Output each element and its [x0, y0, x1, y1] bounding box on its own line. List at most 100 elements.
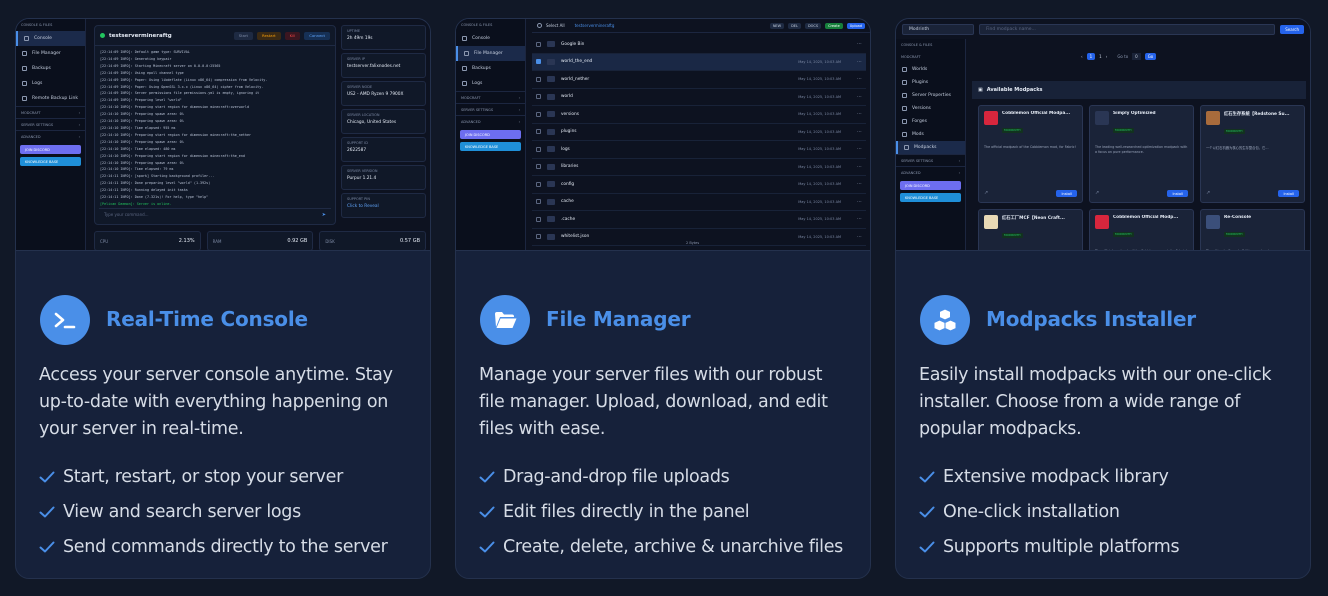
knowledge-base-button[interactable]: KNOWLEDGE BASE [900, 193, 961, 202]
connect-button[interactable]: Connect [304, 31, 330, 40]
sidebar-section-advanced[interactable]: ADVANCED › [456, 115, 525, 127]
install-button[interactable]: Install [1167, 190, 1188, 197]
file-name[interactable]: config [561, 182, 681, 187]
delete-button[interactable]: DEL [788, 22, 801, 29]
select-all-checkbox[interactable] [537, 23, 542, 28]
file-row[interactable]: plugins May 14, 2025, 10:03 AM ⋯ [532, 124, 866, 141]
knowledge-base-button[interactable]: KNOWLEDGE BASE [20, 157, 81, 166]
sidebar-section-modcraft[interactable]: MODCRAFT › [16, 106, 85, 118]
info-value[interactable]: Click to Reveal [347, 204, 420, 209]
file-row[interactable]: world_nether May 14, 2025, 10:03 AM ⋯ [532, 71, 866, 89]
external-link-icon[interactable]: ↗ [984, 190, 988, 196]
file-row[interactable]: Google Bin ⋯ [532, 36, 866, 54]
file-name[interactable]: libraries [561, 164, 681, 169]
search-button[interactable]: Search [1280, 24, 1304, 34]
page-current[interactable]: 1 [1086, 53, 1096, 60]
sidebar-item-remote-backup[interactable]: Remote Backup Link [16, 91, 85, 106]
sidebar-item-logs[interactable]: Logs [456, 76, 525, 91]
install-button[interactable]: Install [1056, 190, 1077, 197]
sidebar-item-backups[interactable]: Backups [16, 61, 85, 76]
install-button[interactable]: Install [1278, 190, 1299, 197]
more-options-icon[interactable]: ⋯ [857, 164, 862, 170]
row-checkbox[interactable] [536, 41, 541, 47]
more-options-icon[interactable]: ⋯ [857, 59, 862, 65]
row-checkbox[interactable] [536, 94, 541, 100]
sidebar-section-advanced[interactable]: ADVANCED › [896, 166, 965, 178]
sidebar-item-console[interactable]: Console [16, 31, 85, 46]
sidebar-item-modpacks[interactable]: Modpacks [896, 141, 965, 154]
file-name[interactable]: world [561, 94, 681, 99]
join-discord-button[interactable]: JOIN DISCORD [460, 130, 521, 139]
sidebar-item-backups[interactable]: Backups [456, 61, 525, 76]
file-name[interactable]: plugins [561, 129, 681, 134]
file-row[interactable]: logs May 14, 2025, 10:03 AM ⋯ [532, 141, 866, 159]
file-name[interactable]: whitelist.json [561, 234, 681, 239]
sidebar-item-versions[interactable]: Versions [896, 102, 965, 115]
loader-select[interactable]: Modrinth [902, 23, 974, 35]
file-name[interactable]: cache [561, 199, 681, 204]
send-icon[interactable]: ➤ [322, 212, 326, 218]
modpack-search-input[interactable]: Find modpack name... [979, 23, 1276, 35]
more-options-icon[interactable]: ⋯ [857, 76, 862, 82]
more-options-icon[interactable]: ⋯ [857, 111, 862, 117]
sidebar-item-mods[interactable]: Mods [896, 128, 965, 141]
chevron-right-icon[interactable]: › [1106, 54, 1108, 59]
sidebar-item-plugins[interactable]: Plugins [896, 76, 965, 89]
sidebar-section-modcraft[interactable]: MODCRAFT › [456, 91, 525, 103]
restart-button[interactable]: Restart [256, 31, 281, 40]
row-checkbox[interactable] [536, 199, 541, 205]
upload-button[interactable]: Upload [846, 22, 865, 29]
sidebar-section-server-settings[interactable]: SERVER SETTINGS › [16, 118, 85, 130]
sidebar-item-logs[interactable]: Logs [16, 76, 85, 91]
row-checkbox[interactable] [536, 76, 541, 82]
row-checkbox[interactable] [536, 146, 541, 152]
join-discord-button[interactable]: JOIN DISCORD [20, 145, 81, 154]
sidebar-item-worlds[interactable]: Worlds [896, 63, 965, 76]
external-link-icon[interactable]: ↗ [1095, 190, 1099, 196]
more-options-icon[interactable]: ⋯ [857, 94, 862, 100]
sidebar-item-server-properties[interactable]: Server Properties [896, 89, 965, 102]
file-row[interactable]: versions May 14, 2025, 10:03 AM ⋯ [532, 106, 866, 124]
more-options-icon[interactable]: ⋯ [857, 129, 862, 135]
sidebar-item-file-manager[interactable]: File Manager [456, 46, 525, 61]
join-discord-button[interactable]: JOIN DISCORD [900, 181, 961, 190]
file-name[interactable]: Google Bin [561, 42, 681, 47]
row-checkbox[interactable] [536, 111, 541, 117]
file-row[interactable]: cache May 14, 2025, 10:03 AM ⋯ [532, 194, 866, 211]
knowledge-base-button[interactable]: KNOWLEDGE BASE [460, 142, 521, 151]
chevron-left-icon[interactable]: ‹ [1081, 54, 1083, 59]
row-checkbox[interactable] [536, 216, 541, 222]
sidebar-section-advanced[interactable]: ADVANCED › [16, 130, 85, 142]
external-link-icon[interactable]: ↗ [1206, 190, 1210, 196]
row-checkbox[interactable] [536, 181, 541, 187]
file-name[interactable]: logs [561, 147, 681, 152]
start-button[interactable]: Start [233, 31, 253, 40]
create-button[interactable]: Create [825, 22, 843, 29]
sidebar-item-file-manager[interactable]: File Manager [16, 46, 85, 61]
kill-button[interactable]: Kill [284, 31, 301, 40]
docs-button[interactable]: DOCS [804, 22, 822, 29]
new-file-button[interactable]: NEW [769, 22, 785, 29]
page-number[interactable]: 1 [1099, 54, 1102, 59]
more-options-icon[interactable]: ⋯ [857, 146, 862, 152]
more-options-icon[interactable]: ⋯ [857, 41, 862, 47]
goto-button[interactable]: Go [1144, 53, 1157, 60]
file-row[interactable]: .cache May 14, 2025, 10:03 AM ⋯ [532, 211, 866, 229]
row-checkbox[interactable] [536, 59, 541, 65]
breadcrumb[interactable]: testservermineraftg [575, 23, 615, 28]
row-checkbox[interactable] [536, 164, 541, 170]
row-checkbox[interactable] [536, 234, 541, 240]
more-options-icon[interactable]: ⋯ [857, 181, 862, 187]
sidebar-section-server-settings[interactable]: SERVER SETTINGS › [456, 103, 525, 115]
more-options-icon[interactable]: ⋯ [857, 199, 862, 205]
more-options-icon[interactable]: ⋯ [857, 234, 862, 240]
file-row[interactable]: libraries May 14, 2025, 10:03 AM ⋯ [532, 159, 866, 176]
sidebar-item-console[interactable]: Console [456, 31, 525, 46]
file-name[interactable]: versions [561, 112, 681, 117]
file-name[interactable]: world_the_end [561, 59, 681, 64]
row-checkbox[interactable] [536, 129, 541, 135]
sidebar-section-server-settings[interactable]: SERVER SETTINGS › [896, 154, 965, 166]
file-row[interactable]: config May 14, 2025, 10:03 AM ⋯ [532, 176, 866, 194]
file-row[interactable]: world_the_end May 14, 2025, 10:03 AM ⋯ [532, 53, 866, 71]
file-row[interactable]: world May 14, 2025, 10:03 AM ⋯ [532, 89, 866, 106]
